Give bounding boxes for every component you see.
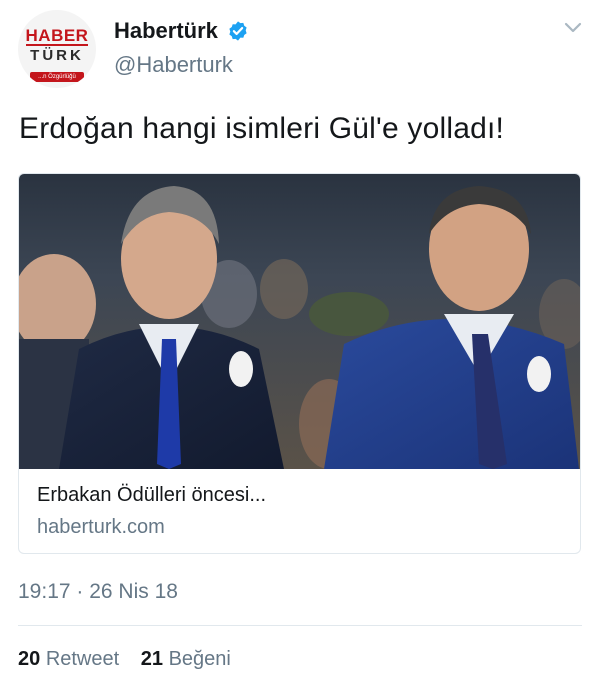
retweet-label: Retweet <box>45 648 120 670</box>
tweet-stats: 20 Retweet 21 Beğeni <box>18 648 247 671</box>
like-label: Beğeni <box>168 648 231 670</box>
divider <box>18 625 582 626</box>
avatar[interactable]: HABER TÜRK ...n Özgürlüğü <box>18 10 96 88</box>
like-count: 21 <box>140 648 163 670</box>
card-image[interactable] <box>19 174 581 469</box>
avatar-logo-bottom: TÜRK <box>30 47 84 64</box>
avatar-logo-badge: ...n Özgürlüğü <box>30 72 84 82</box>
card-domain: haberturk.com <box>37 516 165 538</box>
tweet-text: Erdoğan hangi isimleri Gül'e yolladı! <box>19 112 505 145</box>
avatar-logo-top: HABER <box>25 26 89 45</box>
card-title[interactable]: Erbakan Ödülleri öncesi... <box>37 484 266 507</box>
link-card[interactable]: Erbakan Ödülleri öncesi... haberturk.com <box>18 173 581 554</box>
retweet-stat[interactable]: 20 Retweet <box>18 648 119 670</box>
verified-badge-icon <box>229 21 247 41</box>
author-display-name[interactable]: Habertürk <box>114 18 218 44</box>
tweet-timestamp[interactable]: 19:17 · 26 Nis 18 <box>18 580 178 604</box>
like-stat[interactable]: 21 Beğeni <box>141 648 231 670</box>
avatar-logo-divider <box>26 44 88 46</box>
chevron-down-icon[interactable] <box>564 22 582 34</box>
author-handle[interactable]: @Haberturk <box>114 52 233 78</box>
retweet-count: 20 <box>18 648 41 670</box>
